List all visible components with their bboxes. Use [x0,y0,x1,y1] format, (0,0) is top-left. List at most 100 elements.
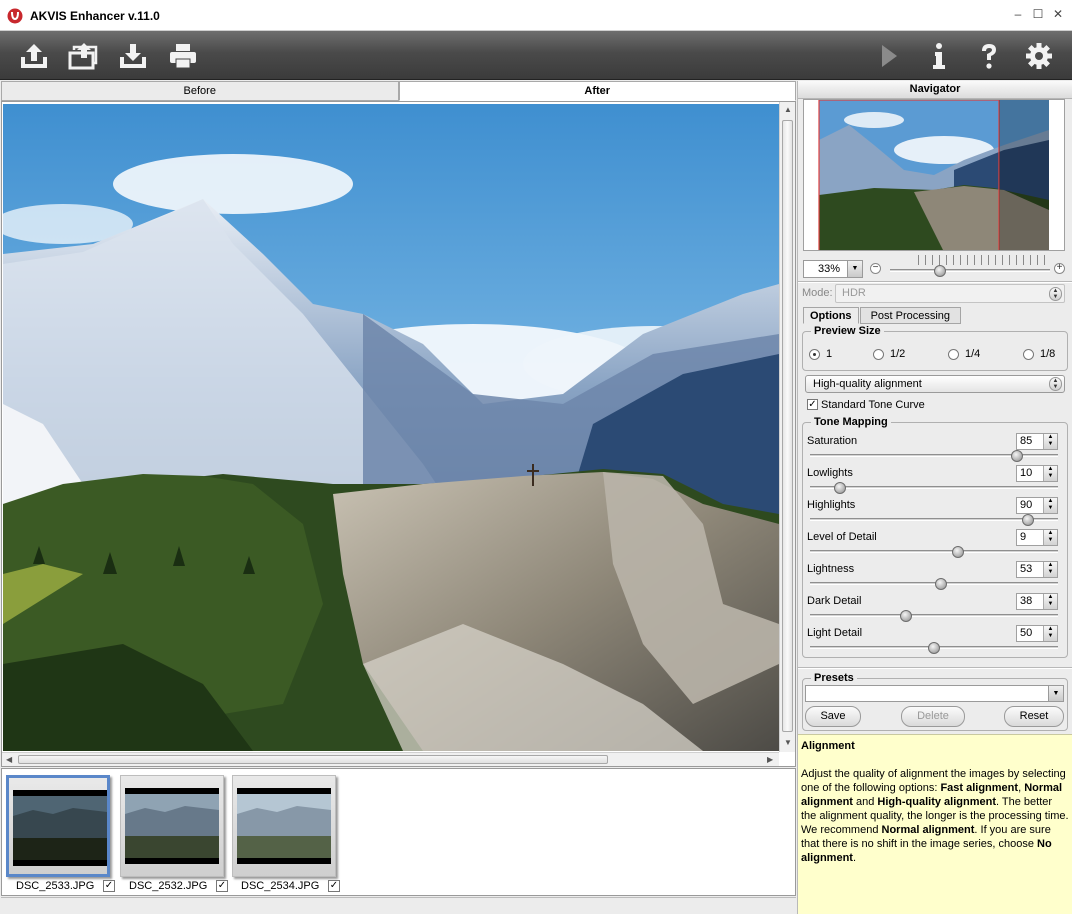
tab-post-processing[interactable]: Post Processing [859,307,962,324]
chevron-updown-icon[interactable]: ▲ ▼ [1049,377,1062,391]
print-button[interactable] [166,40,200,72]
radio-icon[interactable] [1023,348,1034,360]
param-value-input[interactable]: 38 ▲ ▼ [1016,593,1058,610]
param-slider-knob[interactable] [928,642,940,654]
chevron-down-icon[interactable]: ▼ [847,261,862,277]
scroll-left-icon[interactable]: ◀ [6,755,12,764]
spinner-icon[interactable]: ▲ ▼ [1043,562,1057,577]
scroll-right-icon[interactable]: ▶ [767,755,773,764]
preview-size-option-2[interactable]: 1/2 [873,348,905,360]
param-value-input[interactable]: 53 ▲ ▼ [1016,561,1058,578]
param-slider-knob[interactable] [833,482,846,494]
param-slider-knob[interactable] [935,578,948,590]
param-slider-knob[interactable] [1010,450,1023,462]
radio-selected-icon[interactable] [809,348,820,360]
thumbnail-1-name: DSC_2533.JPG [16,880,95,892]
alignment-select[interactable]: High-quality alignment ▲ ▼ [805,375,1065,393]
param-slider[interactable] [810,582,1058,585]
param-label: Light Detail [807,627,863,639]
radio-icon[interactable] [948,348,959,360]
tone-curve-label: Standard Tone Curve [821,399,925,411]
open-file-button[interactable] [17,40,51,72]
thumbnail-3-checkbox[interactable]: ✓ [328,880,340,892]
param-slider-knob[interactable] [951,546,964,558]
mode-select[interactable]: HDR ▲ ▼ [835,284,1065,303]
zoom-in-button[interactable]: + [1054,263,1065,274]
param-value-input[interactable]: 90 ▲ ▼ [1016,497,1058,514]
tone-curve-checkbox[interactable]: ✓ [807,399,818,410]
tab-options[interactable]: Options [803,307,859,324]
zoom-out-button[interactable]: − [870,263,881,274]
alignment-value: High-quality alignment [813,378,922,390]
radio-label: 1/4 [965,348,981,360]
open-batch-icon [68,43,98,70]
param-slider[interactable] [810,614,1058,617]
tab-before[interactable]: Before [1,81,399,101]
save-preset-button[interactable]: Save [805,706,861,727]
param-label: Dark Detail [807,595,862,607]
thumbnail-1[interactable] [6,775,110,877]
zoom-level-select[interactable]: 33% ▼ [803,260,863,278]
thumbnail-1-checkbox[interactable]: ✓ [103,880,115,892]
image-canvas[interactable]: ▲ ▼ ◀ ▶ [1,101,796,767]
preview-size-option-3[interactable]: 1/4 [948,348,980,360]
preview-size-title: Preview Size [811,325,884,337]
thumbnail-3[interactable] [232,775,336,877]
radio-label: 1 [826,348,833,360]
param-value-input[interactable]: 9 ▲ ▼ [1016,529,1058,546]
scroll-down-icon[interactable]: ▼ [784,738,792,747]
thumbnail-image [237,794,331,858]
spinner-icon[interactable]: ▲ ▼ [1043,626,1057,641]
param-value: 38 [1020,595,1033,607]
info-icon [933,43,945,69]
zoom-slider[interactable] [890,269,1050,272]
param-slider[interactable] [810,518,1058,521]
close-button[interactable]: ✕ [1052,7,1064,21]
spinner-icon[interactable]: ▲ ▼ [1043,594,1057,609]
scroll-up-icon[interactable]: ▲ [784,105,792,114]
maximize-button[interactable]: ☐ [1032,7,1044,21]
help-bold: High-quality alignment [877,796,996,808]
preview-size-option-4[interactable]: 1/8 [1023,348,1055,360]
run-button[interactable] [872,40,906,72]
thumbnail-2-checkbox[interactable]: ✓ [216,880,228,892]
help-button[interactable] [972,40,1006,72]
settings-panel: Navigator 33% ▼ − + Mode: HDR ▲ ▼ Options… [797,81,1072,914]
thumbnail-2[interactable] [120,775,224,877]
param-value-input[interactable]: 85 ▲ ▼ [1016,433,1058,450]
vertical-scroll-thumb[interactable] [782,120,793,732]
navigator-preview[interactable] [803,99,1065,251]
param-slider-knob[interactable] [899,610,912,622]
delete-preset-button[interactable]: Delete [901,706,965,727]
mode-value: HDR [842,287,866,299]
horizontal-scroll-thumb[interactable] [18,755,608,764]
tab-after[interactable]: After [398,81,796,101]
vertical-scrollbar[interactable]: ▲ ▼ [779,102,795,752]
horizontal-scrollbar[interactable]: ◀ ▶ [2,752,779,766]
radio-icon[interactable] [873,348,884,360]
presets-select[interactable]: ▼ [805,685,1064,702]
settings-button[interactable] [1022,40,1056,72]
window-title: AKVIS Enhancer v.11.0 [30,9,160,23]
mode-label: Mode: [802,287,833,299]
param-value-input[interactable]: 10 ▲ ▼ [1016,465,1058,482]
spinner-icon[interactable]: ▲ ▼ [1043,466,1057,481]
chevron-updown-icon[interactable]: ▲ ▼ [1049,287,1062,301]
param-slider[interactable] [810,550,1058,553]
chevron-down-icon[interactable]: ▼ [1048,686,1063,701]
param-slider[interactable] [810,486,1058,489]
zoom-slider-knob[interactable] [934,265,946,277]
info-button[interactable] [922,40,956,72]
help-text: . [852,852,857,864]
open-batch-button[interactable] [66,40,100,72]
reset-button[interactable]: Reset [1004,706,1064,727]
save-file-button[interactable] [116,40,150,72]
status-bar [1,897,796,913]
spinner-icon[interactable]: ▲ ▼ [1043,530,1057,545]
param-value-input[interactable]: 50 ▲ ▼ [1016,625,1058,642]
param-label: Saturation [807,435,858,447]
preview-size-option-1[interactable]: 1 [809,348,832,360]
spinner-icon[interactable]: ▲ ▼ [1043,498,1057,513]
minimize-button[interactable]: – [1012,7,1024,21]
spinner-icon[interactable]: ▲ ▼ [1043,434,1057,449]
